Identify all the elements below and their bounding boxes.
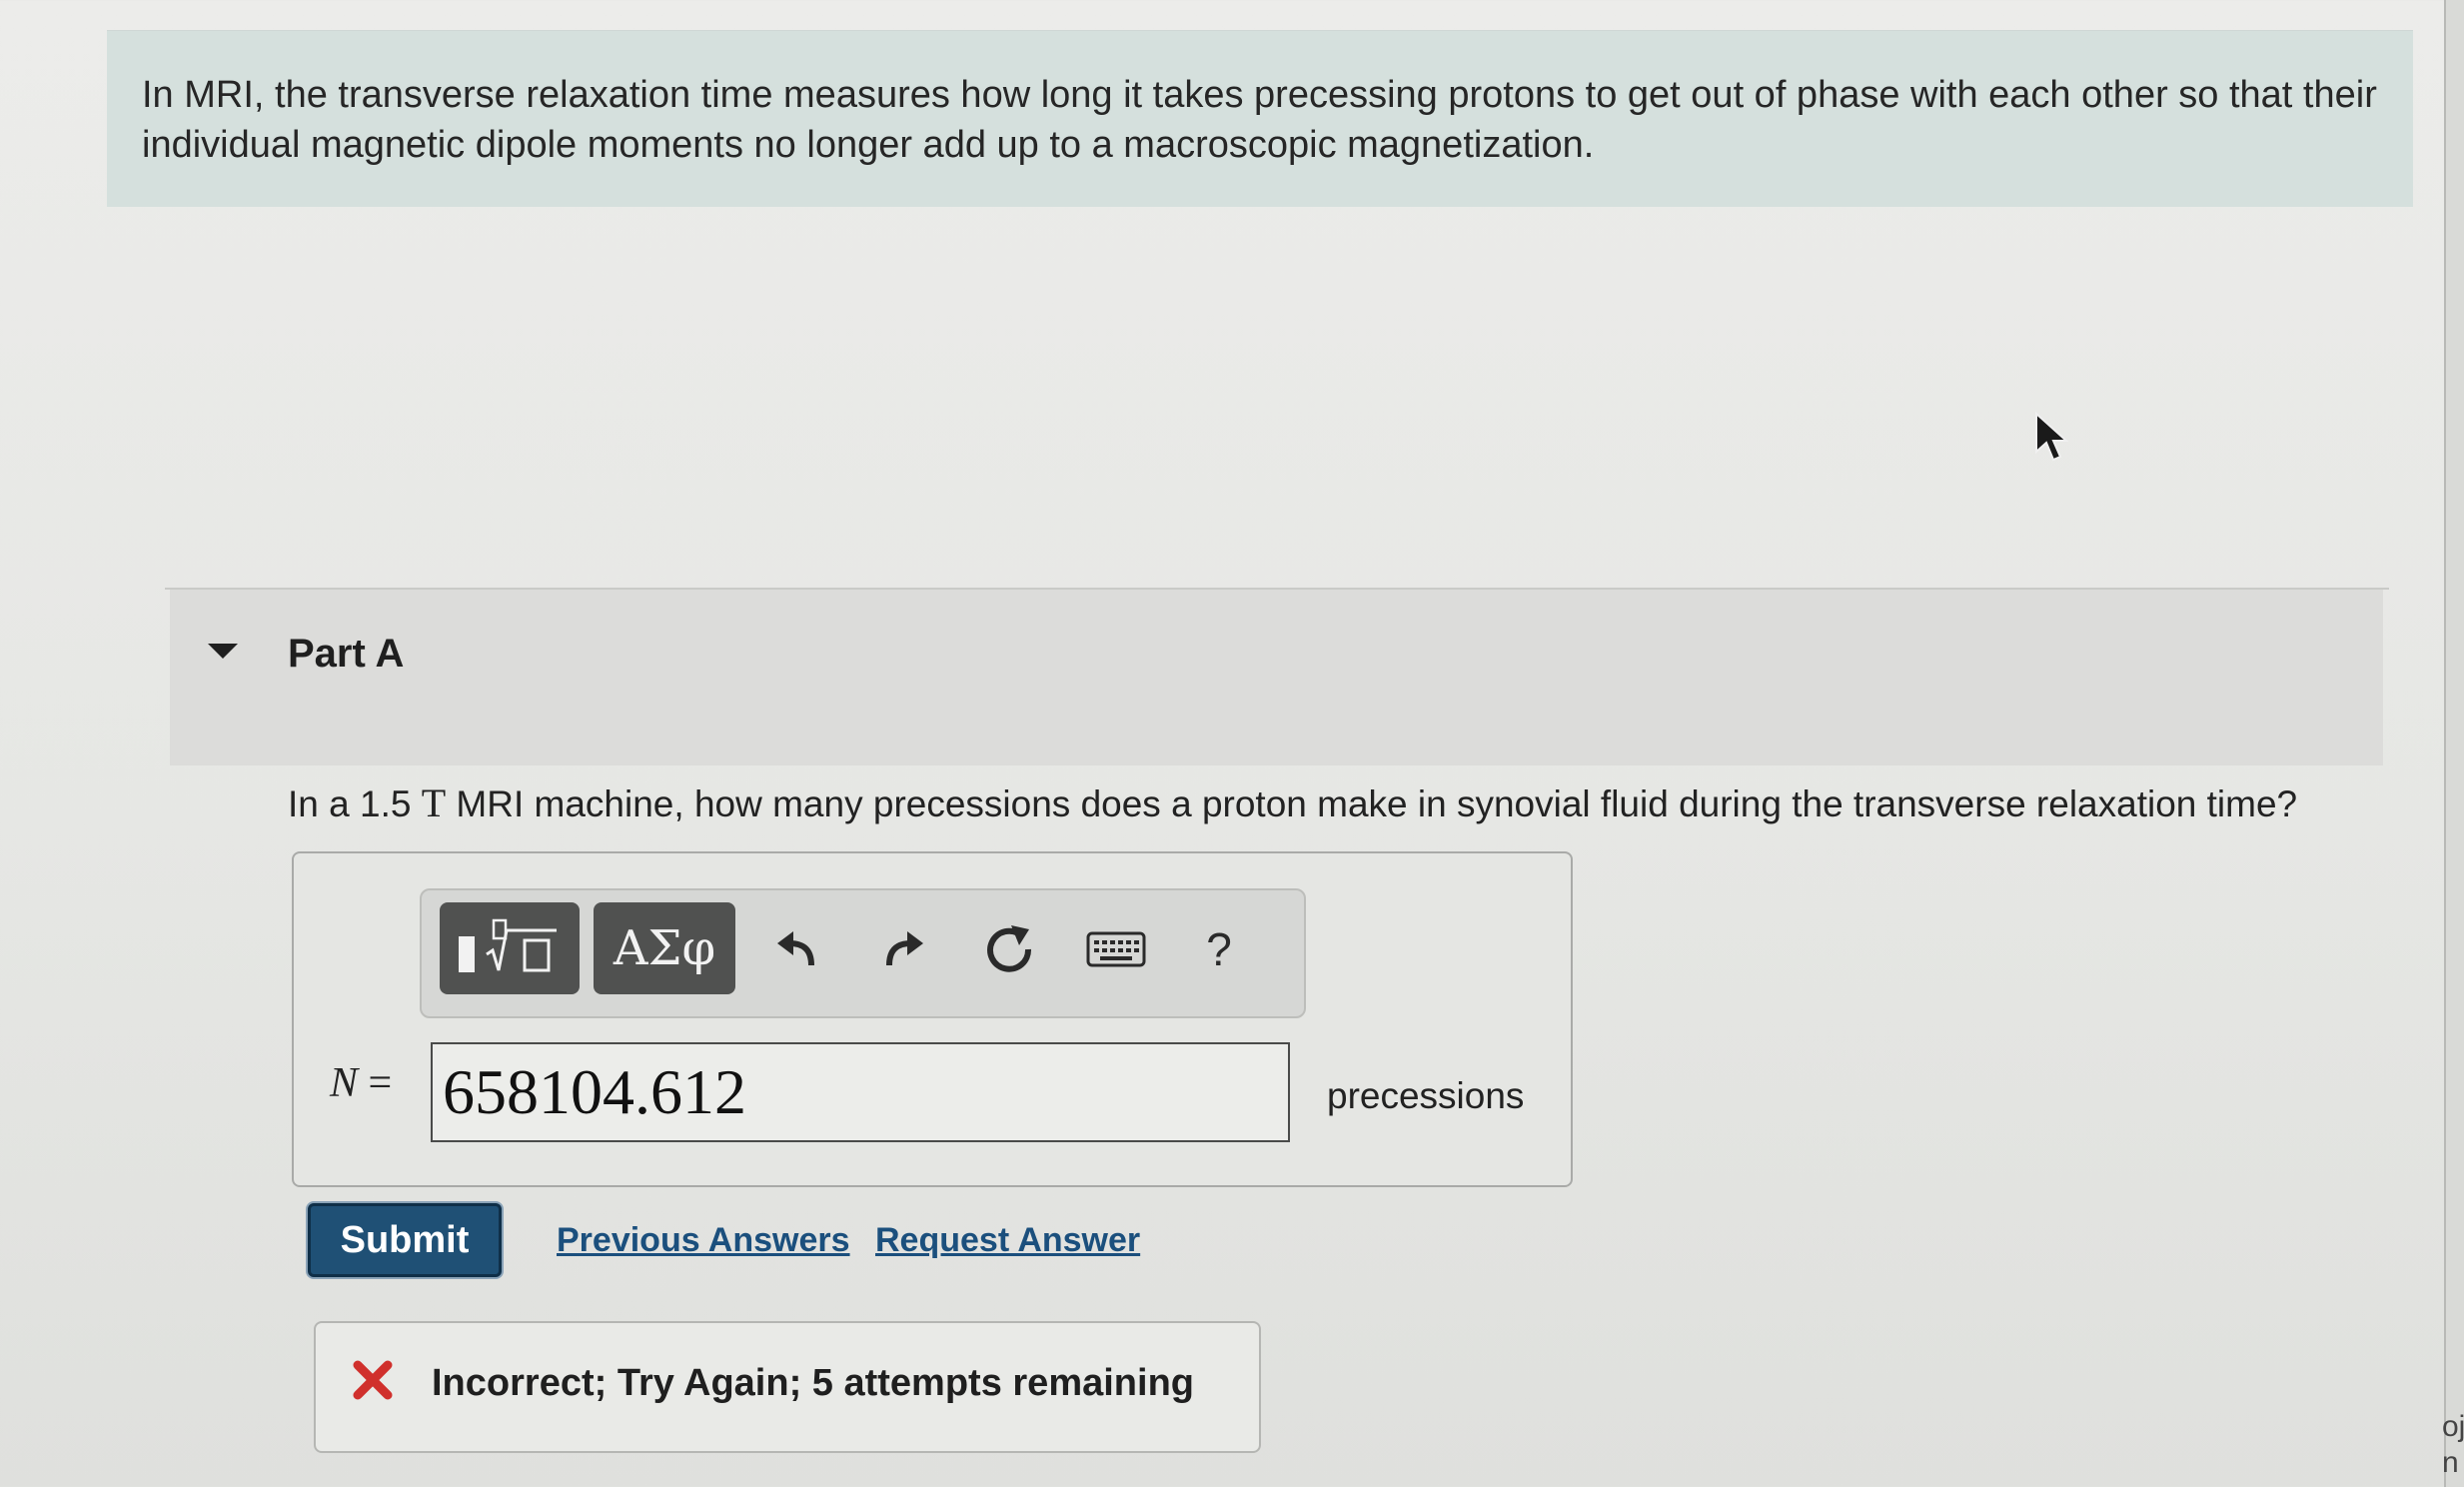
symbols-button[interactable]: ΑΣφ [594,902,735,994]
adjacent-panel-edge [2444,0,2464,1487]
adjacent-panel-text: oj n [2442,1409,2464,1481]
help-button[interactable]: ? [1187,917,1251,981]
intro-text: In MRI, the transverse relaxation time m… [142,74,2377,166]
mouse-cursor-icon [2032,411,2072,468]
submit-button[interactable]: Submit [308,1203,502,1277]
answer-input[interactable] [431,1042,1290,1142]
question-unit: T [421,780,447,825]
adjacent-panel-text-line-2: n [2442,1446,2459,1479]
part-title: Part A [288,632,405,676]
reset-icon[interactable] [977,917,1041,981]
equals-sign: = [358,1060,393,1106]
keyboard-icon[interactable] [1081,917,1151,981]
collapse-caret-icon[interactable] [208,644,238,659]
redo-icon[interactable] [871,917,935,981]
templates-icon [459,918,557,972]
question-text: In a 1.5 T MRI machine, how many precess… [288,779,2416,826]
request-answer-link[interactable]: Request Answer [875,1221,1140,1260]
variable-symbol: N [330,1060,359,1106]
part-a-header[interactable] [170,590,2383,765]
templates-button[interactable] [440,902,580,994]
previous-answers-link[interactable]: Previous Answers [557,1221,850,1260]
undo-icon[interactable] [765,917,829,981]
units-label: precessions [1327,1075,1525,1116]
adjacent-panel-text-line-1: oj [2442,1410,2464,1443]
incorrect-x-icon [352,1359,394,1401]
feedback-text: Incorrect; Try Again; 5 attempts remaini… [432,1362,1194,1404]
question-prefix: In a 1.5 [288,783,422,824]
question-suffix: MRI machine, how many precessions does a… [446,783,2298,824]
variable-label: N = [330,1059,392,1107]
